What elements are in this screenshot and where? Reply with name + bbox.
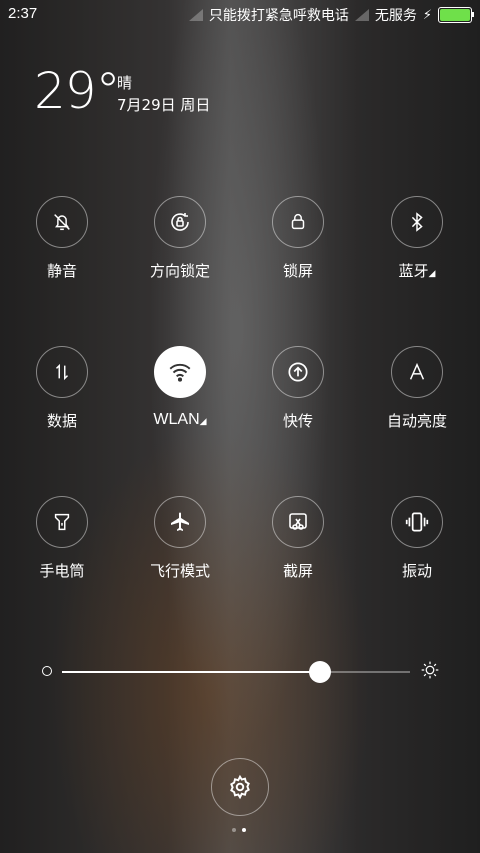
toggle-bluetooth-circle[interactable] (391, 196, 443, 248)
toggle-vibrate[interactable]: 振动 (362, 496, 472, 581)
brightness-fill (62, 671, 320, 673)
toggle-mute[interactable]: 静音 (7, 196, 117, 281)
toggle-airplane[interactable]: 飞行模式 (125, 496, 235, 581)
signal-icon (188, 9, 203, 21)
status-bar: 2:37 只能拨打紧急呼救电话 无服务 ⚡ (0, 0, 480, 28)
toggle-bluetooth[interactable]: 蓝牙◢ (362, 196, 472, 281)
battery-fill (440, 9, 470, 21)
brightness-high-icon (421, 661, 439, 679)
toggle-wlan-circle[interactable] (154, 346, 206, 398)
toggle-label: 手电筒 (39, 562, 85, 580)
page-dot (242, 828, 246, 832)
toggle-transfer-circle[interactable] (272, 346, 324, 398)
toggle-label-row: WLAN◢ (125, 410, 235, 429)
toggle-label: 数据 (46, 412, 77, 430)
sim2-status-text: 无服务 (374, 8, 417, 24)
upload-icon (288, 362, 308, 382)
toggle-auto-brightness-circle[interactable] (391, 346, 443, 398)
toggle-label: 快传 (282, 412, 313, 430)
status-right: 只能拨打紧急呼救电话 无服务 ⚡ (188, 5, 474, 25)
airplane-icon (171, 512, 189, 531)
brightness-track[interactable] (62, 661, 410, 683)
toggle-screenshot[interactable]: 截屏 (243, 496, 353, 581)
toggle-label: 方向锁定 (149, 262, 210, 280)
bell-off-icon (54, 214, 70, 231)
toggle-rotation-circle[interactable] (154, 196, 206, 248)
toggle-wlan[interactable]: WLAN◢ (125, 346, 235, 429)
brightness-knob[interactable] (308, 661, 331, 683)
toggle-label: 振动 (401, 562, 432, 580)
toggle-vibrate-circle[interactable] (391, 496, 443, 548)
toggle-label: 自动亮度 (386, 412, 447, 430)
toggle-auto-brightness[interactable]: 自动亮度 (362, 346, 472, 431)
signal-icon-2 (354, 9, 369, 21)
toggle-airplane-circle[interactable] (154, 496, 206, 548)
toggle-label: 飞行模式 (149, 562, 210, 580)
toggle-label: 锁屏 (282, 262, 313, 280)
toggle-lock-circle[interactable] (272, 196, 324, 248)
data-arrows-icon (55, 363, 69, 381)
battery-icon (438, 7, 474, 23)
toggle-label: WLAN (153, 411, 200, 428)
toggle-lock-screen[interactable]: 锁屏 (243, 196, 353, 281)
weather-condition: 晴 (117, 74, 133, 92)
page-dot (232, 828, 236, 832)
toggle-mute-circle[interactable] (36, 196, 88, 248)
toggle-rotation-lock[interactable]: 方向锁定 (125, 196, 235, 281)
submenu-indicator-icon: ◢ (428, 269, 436, 279)
brightness-low-icon (42, 666, 52, 676)
toggle-label: 蓝牙 (398, 262, 429, 280)
toggle-screenshot-circle[interactable] (272, 496, 324, 548)
rotation-lock-icon (171, 213, 189, 231)
lock-icon (291, 214, 305, 230)
submenu-indicator-icon: ◢ (199, 417, 207, 427)
toggle-label: 截屏 (282, 562, 313, 580)
status-time: 2:37 (8, 5, 38, 22)
toggle-flashlight[interactable]: 手电筒 (7, 496, 117, 581)
toggle-label-row: 蓝牙◢ (362, 260, 472, 281)
toggle-data-circle[interactable] (36, 346, 88, 398)
flashlight-icon (54, 513, 70, 531)
toggle-label: 静音 (46, 262, 77, 280)
brightness-slider[interactable] (40, 656, 440, 686)
wifi-icon (169, 363, 191, 382)
charging-icon: ⚡ (422, 7, 432, 23)
vibrate-icon (405, 512, 429, 532)
page-indicator (232, 828, 246, 832)
gear-icon (230, 774, 250, 800)
screenshot-icon (289, 513, 307, 530)
date: 7月29日 周日 (117, 96, 211, 114)
settings-button[interactable] (211, 758, 269, 816)
temperature[interactable]: 29° (34, 62, 121, 120)
bluetooth-icon (411, 212, 423, 232)
toggle-flashlight-circle[interactable] (36, 496, 88, 548)
sim1-status-text: 只能拨打紧急呼救电话 (208, 8, 349, 24)
auto-brightness-icon (409, 362, 425, 380)
toggle-data[interactable]: 数据 (7, 346, 117, 431)
toggle-quick-transfer[interactable]: 快传 (243, 346, 353, 431)
